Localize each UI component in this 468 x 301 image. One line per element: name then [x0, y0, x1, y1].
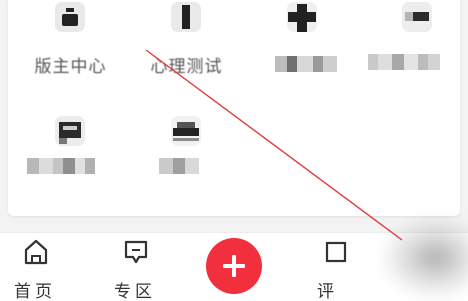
app-screen: 版主中心 心理测试 首页 专区 评	[0, 0, 468, 301]
chat-icon	[124, 240, 148, 264]
grid-item-6[interactable]	[129, 112, 239, 202]
grid-item-4[interactable]	[360, 0, 468, 90]
boat-icon	[171, 116, 201, 146]
blurred-label	[275, 56, 337, 72]
grid-item-5[interactable]	[13, 112, 123, 202]
plus-icon	[223, 255, 245, 277]
grid-item-psych-test[interactable]: 心理测试	[129, 0, 239, 90]
grid-item-label: 版主中心	[34, 57, 107, 77]
cross-icon	[287, 2, 317, 32]
nav-item-label: 首页	[14, 282, 56, 301]
tools-card: 版主中心 心理测试	[8, 0, 460, 216]
nav-item-home[interactable]: 首页	[5, 239, 65, 301]
square-icon	[325, 241, 347, 263]
grid-item-moderator-center[interactable]: 版主中心	[13, 0, 123, 90]
blurred-label	[27, 158, 95, 174]
pot-icon	[55, 2, 85, 32]
grid-item-3[interactable]	[245, 0, 355, 90]
grid-item-label: 心理测试	[150, 57, 223, 77]
nav-item-zone[interactable]: 专区	[105, 239, 165, 301]
nav-item-label: 评	[317, 282, 338, 301]
blurred-overlay	[378, 214, 468, 301]
certificate-icon	[55, 116, 85, 146]
dash-icon	[402, 2, 432, 32]
blurred-label	[368, 54, 440, 70]
home-icon	[24, 239, 48, 265]
bar-icon	[171, 2, 201, 32]
add-post-button[interactable]	[206, 238, 262, 294]
nav-item-label: 专区	[114, 282, 156, 301]
nav-item-review[interactable]: 评	[305, 239, 365, 301]
blurred-label	[159, 158, 199, 174]
